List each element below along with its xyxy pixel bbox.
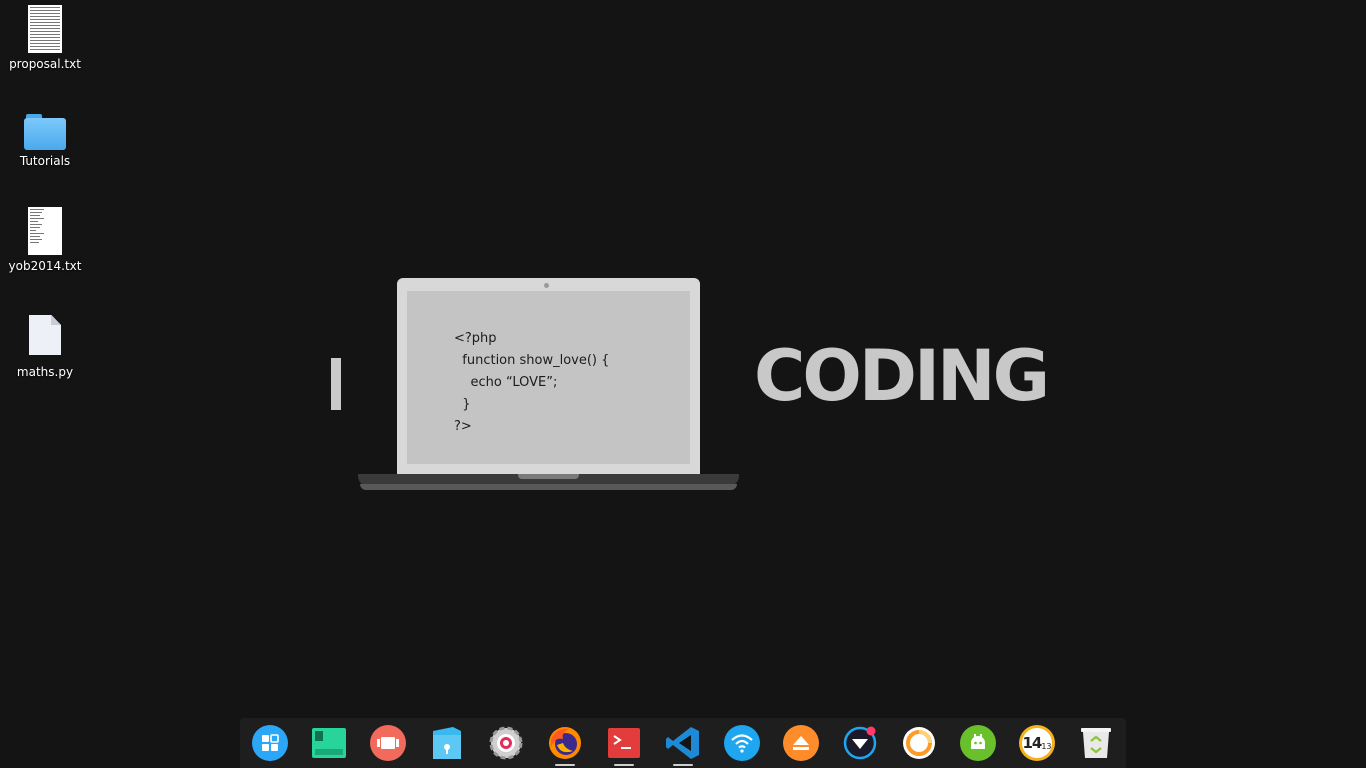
desktop-icon-label: Tutorials [19,154,71,168]
settings-gear-icon [489,726,523,760]
slides-icon [370,725,406,761]
dock-vscode[interactable] [664,724,702,766]
code-line: function show_love() { [454,353,610,368]
clock-icon: 14 13 [1019,725,1055,761]
text-document-icon [28,5,62,53]
dock-clock[interactable]: 14 13 [1018,724,1056,762]
trash-icon [1081,728,1111,758]
code-snippet: <?php function show_love() { echo “LOVE”… [454,328,609,438]
wallpaper-laptop: <?php function show_love() { echo “LOVE”… [397,278,700,475]
dock-store[interactable] [841,724,879,762]
desktop-icon-label: yob2014.txt [8,259,82,273]
laptop-notch [518,474,579,479]
laptop-screen: <?php function show_love() { echo “LOVE”… [407,291,690,464]
running-indicator [614,764,634,766]
dock-backup[interactable] [900,724,938,762]
multitask-view-icon [312,728,346,758]
laptop-camera [544,283,549,288]
eject-icon [783,725,819,761]
text-document-icon [28,207,62,255]
running-indicator [555,764,575,766]
file-manager-icon [433,727,461,759]
dock-launcher[interactable] [251,724,289,762]
dock: 14 13 [240,718,1126,768]
desktop-icon-proposal[interactable]: proposal.txt [6,5,84,72]
dock-screen-recorder[interactable] [369,724,407,762]
wallpaper-coding-text: CODING [754,335,1050,417]
code-line: echo “LOVE”; [454,375,558,390]
blank-file-icon [29,315,61,355]
terminal-icon [608,728,640,758]
dock-control-center[interactable] [487,724,525,762]
desktop-icon-yob2014[interactable]: yob2014.txt [6,207,84,274]
dock-terminal[interactable] [605,724,643,766]
dock-multitasking[interactable] [310,724,348,762]
dock-file-manager[interactable] [428,724,466,762]
desktop-icon-tutorials[interactable]: Tutorials [6,108,84,169]
launcher-icon [252,725,288,761]
wifi-icon [724,725,760,761]
code-line: <?php [454,331,497,346]
code-line: } [454,397,471,412]
desktop-icon-label: maths.py [16,365,74,379]
clock-minute: 13 [1041,741,1052,751]
folder-icon [24,114,66,150]
dock-trash[interactable] [1077,724,1115,762]
laptop-base-shadow [360,484,737,490]
ring-icon [903,727,935,759]
dock-network[interactable] [723,724,761,762]
vscode-icon [666,727,699,759]
wallpaper-letter-i [331,358,341,410]
desktop-icon-label: proposal.txt [9,57,81,71]
android-icon [960,725,996,761]
desktop-icon-maths[interactable]: maths.py [6,313,84,380]
dock-android[interactable] [959,724,997,762]
code-line: ?> [454,419,472,434]
firefox-icon [549,727,581,759]
app-store-icon [843,726,877,760]
clock-hour: 14 [1022,734,1042,752]
running-indicator [673,764,693,766]
dock-firefox[interactable] [546,724,584,766]
dock-eject[interactable] [782,724,820,762]
